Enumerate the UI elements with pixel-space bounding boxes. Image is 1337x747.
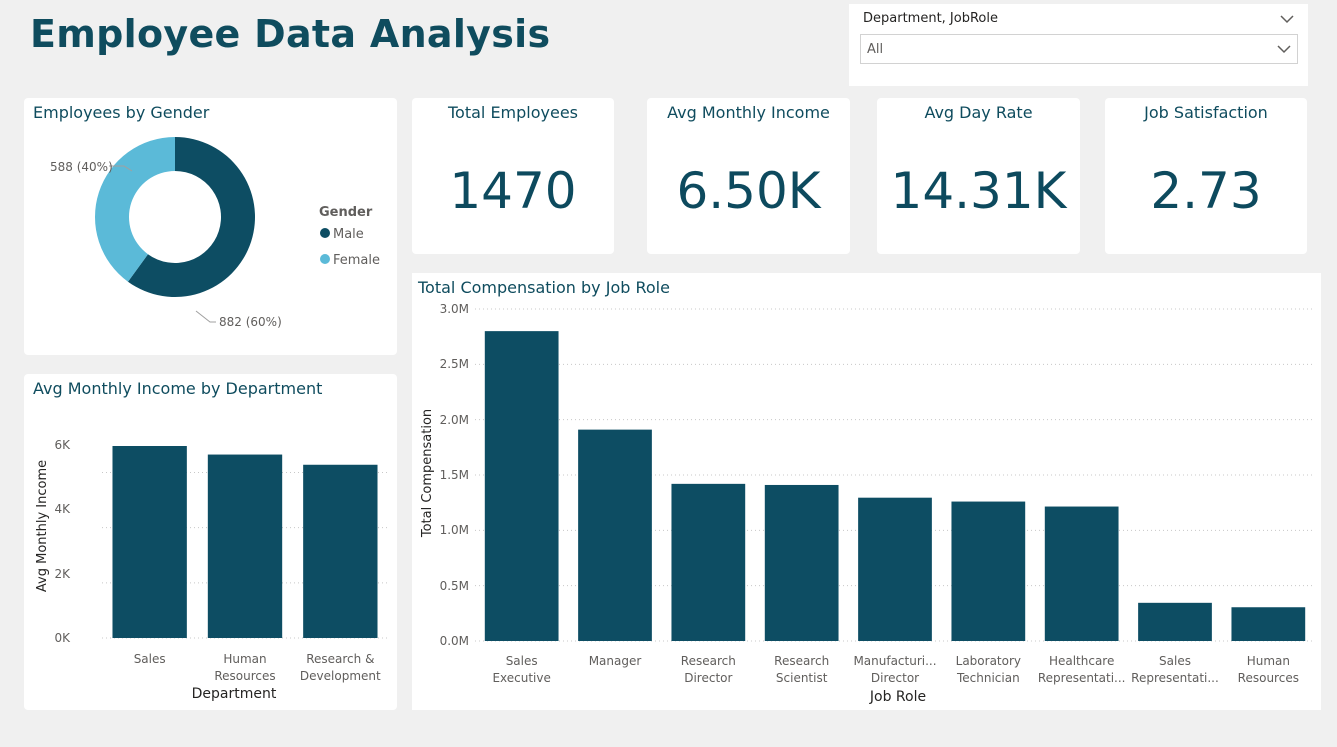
legend-title: Gender: [319, 205, 373, 220]
job-x-axis-label: Job Role: [869, 689, 926, 705]
gender-donut-card: Employees by Gender 588 (40%) 882 (60%) …: [24, 98, 397, 355]
kpi-value: 14.31K: [890, 162, 1067, 220]
slicer-label: Department, JobRole: [863, 11, 998, 26]
x-tick-label: Sales Executive: [492, 654, 550, 685]
job-y-axis-label: Total Compensation: [420, 409, 435, 538]
legend-female-marker: [320, 254, 330, 264]
chevron-down-icon[interactable]: [1279, 13, 1295, 25]
dept-ytick-6k: 6K: [54, 438, 71, 452]
x-tick-label: Human Resources: [1238, 654, 1299, 685]
female-slice[interactable]: [94, 137, 175, 282]
dropdown-chevron-icon[interactable]: [1276, 43, 1292, 55]
x-tick-label: Manufacturi... Director: [853, 654, 936, 685]
kpi-title: Avg Monthly Income: [667, 103, 830, 122]
bar-sales[interactable]: [112, 446, 187, 638]
bar-sales-executive[interactable]: [484, 331, 559, 641]
female-data-label: 588 (40%): [50, 160, 113, 174]
x-tick-label: Manager: [589, 654, 642, 668]
x-tick-label: Human Resources: [214, 652, 275, 683]
bar-manufacturi-director[interactable]: [858, 497, 932, 641]
dept-x-axis-label: Department: [192, 686, 277, 702]
jobrole-compensation-card: Total Compensation by Job Role Sales Exec…: [412, 273, 1321, 710]
kpi-title: Total Employees: [447, 103, 579, 122]
jobrole-compensation-bar-chart: Sales Executive Manager Research Director Res…: [420, 302, 1315, 705]
dept-y-axis-label: Avg Monthly Income: [35, 460, 50, 592]
x-tick-label: Sales: [134, 652, 166, 666]
x-tick-label: Sales Representati...: [1131, 654, 1219, 685]
x-tick-label: Research Director: [681, 654, 736, 685]
kpi-title: Avg Day Rate: [924, 103, 1033, 122]
department-jobrole-slicer[interactable]: Department, JobRole All: [849, 4, 1308, 86]
x-tick-label: Laboratory Technician: [956, 654, 1021, 685]
job-ytick-2-0m: 2.0M: [440, 413, 469, 427]
kpi-avg-monthly-income-card: Avg Monthly Income 6.50K: [647, 98, 850, 254]
kpi-title: Job Satisfaction: [1144, 103, 1268, 122]
legend-male-label[interactable]: Male: [333, 227, 364, 242]
male-leader-line: [195, 310, 216, 323]
bar-research-development[interactable]: [303, 464, 378, 638]
dept-ytick-0k: 0K: [54, 631, 71, 645]
kpi-avg-day-rate-card: Avg Day Rate 14.31K: [877, 98, 1080, 254]
kpi-job-satisfaction-card: Job Satisfaction 2.73: [1105, 98, 1307, 254]
kpi-value: 6.50K: [676, 162, 821, 220]
gender-donut-chart: 588 (40%) 882 (60%) Gender Male Female: [50, 137, 380, 329]
bar-human-resources[interactable]: [1231, 607, 1306, 641]
kpi-value: 2.73: [1150, 162, 1262, 220]
x-tick-label: Research Scientist: [774, 654, 829, 685]
dept-ytick-4k: 4K: [54, 502, 71, 516]
job-ytick-2-5m: 2.5M: [440, 357, 469, 371]
bar-research-director[interactable]: [671, 483, 746, 641]
male-data-label: 882 (60%): [219, 315, 282, 329]
bar-sales-representati-[interactable]: [1138, 602, 1212, 641]
dept-income-bar-chart: Sales Human Resources Research & Development…: [35, 438, 388, 702]
kpi-total-employees-card: Total Employees 1470: [412, 98, 614, 254]
bar-manager[interactable]: [578, 429, 652, 641]
bar-healthcare-representati-[interactable]: [1044, 506, 1119, 641]
job-ytick-0-5m: 0.5M: [440, 579, 469, 593]
job-ytick-0m: 0.0M: [440, 634, 469, 648]
dept-ytick-2k: 2K: [54, 567, 71, 581]
job-ytick-1-5m: 1.5M: [440, 468, 469, 482]
x-tick-label: Research & Development: [300, 652, 381, 683]
legend-female-label[interactable]: Female: [333, 253, 380, 268]
job-ytick-3-0m: 3.0M: [440, 302, 469, 316]
bar-research-scientist[interactable]: [764, 484, 839, 641]
bar-human-resources[interactable]: [207, 454, 283, 638]
slicer-dropdown[interactable]: All: [860, 34, 1298, 64]
page-title: Employee Data Analysis: [30, 12, 551, 56]
dept-income-card: Avg Monthly Income by Department Sales Hu…: [24, 374, 397, 710]
x-tick-label: Healthcare Representati...: [1038, 654, 1126, 685]
legend-male-marker: [320, 228, 330, 238]
job-ytick-1-0m: 1.0M: [440, 523, 469, 537]
kpi-value: 1470: [449, 162, 577, 220]
bar-laboratory-technician[interactable]: [951, 501, 1026, 641]
slicer-value: All: [867, 42, 884, 57]
